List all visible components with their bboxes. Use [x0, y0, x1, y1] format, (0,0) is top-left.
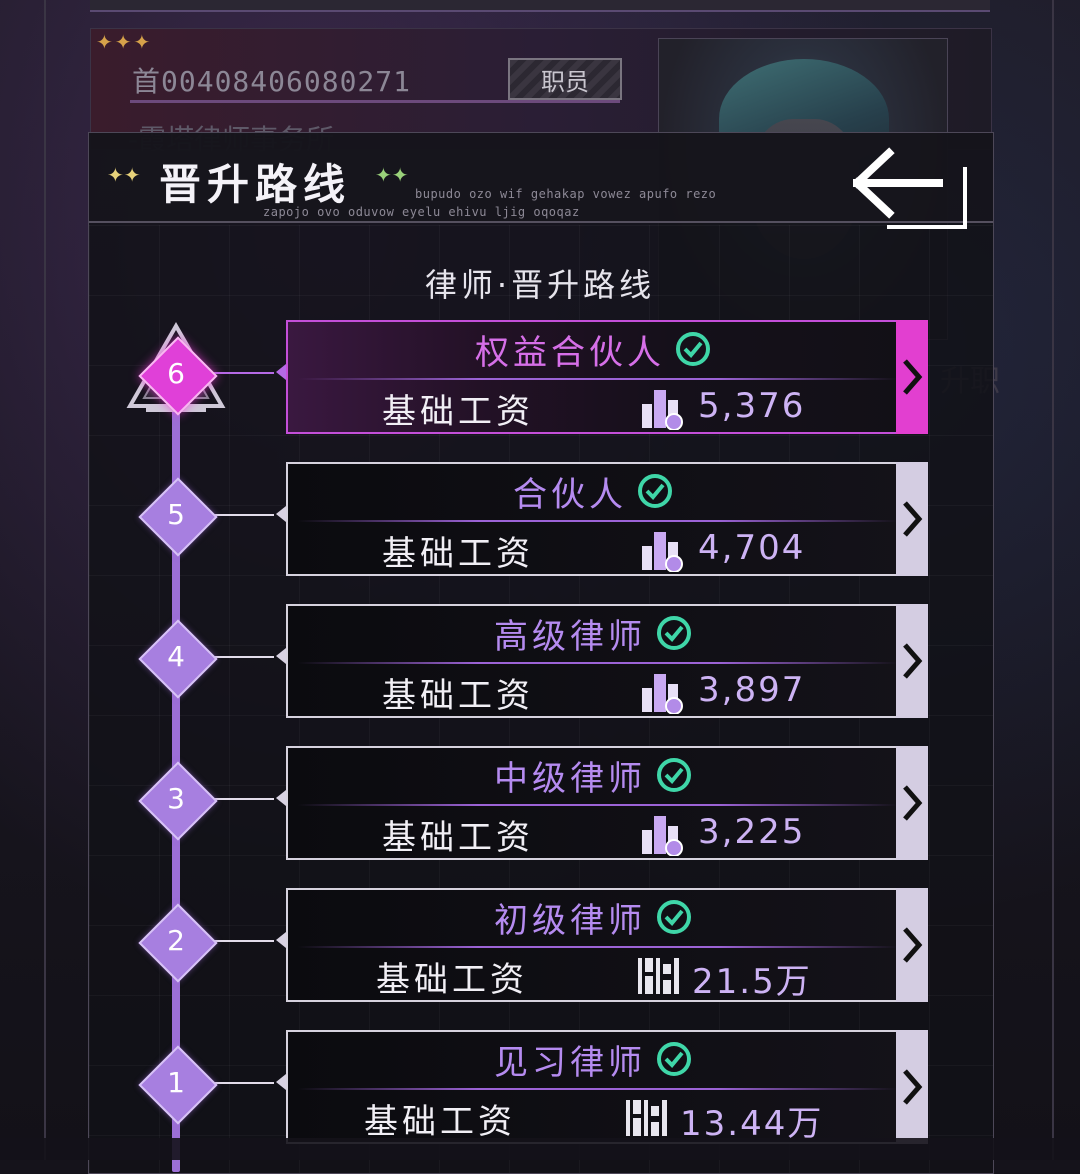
salary-label: 基础工资: [376, 960, 528, 1000]
barcode-icon: [638, 958, 679, 994]
route-title: 律师·晋升路线: [424, 266, 656, 304]
salary-value: 3,897: [698, 670, 806, 710]
check-icon: [657, 758, 691, 792]
rank-card-intermediate-lawyer[interactable]: 中级律师 基础工资 3,225: [286, 746, 928, 860]
check-icon: [657, 1042, 691, 1076]
check-icon: [657, 616, 691, 650]
header-sparkle-right: ✦✦: [375, 163, 409, 187]
card-divider: [298, 1088, 898, 1090]
chevron-right-icon: [903, 359, 923, 395]
chevron-right-icon: [903, 927, 923, 963]
rank-name: 合伙人: [513, 474, 627, 515]
salary-label: 基础工资: [382, 392, 534, 432]
header-sparkle-left: ✦✦: [107, 163, 141, 187]
connector-tip: [276, 506, 286, 522]
card-divider: [298, 378, 898, 380]
profile-id-underline: [130, 100, 620, 103]
salary-value: 21.5万: [692, 962, 812, 1002]
rank-card-junior-lawyer[interactable]: 初级律师 基础工资 21.5万: [286, 888, 928, 1002]
profile-id: 首00408406080271: [132, 65, 412, 98]
rank-name: 初级律师: [494, 900, 646, 941]
rank-name: 高级律师: [494, 616, 646, 657]
check-icon: [676, 332, 710, 366]
salary-value: 3,225: [698, 812, 806, 852]
check-icon: [657, 900, 691, 934]
rank-card-equity-partner[interactable]: 权益合伙人 基础工资 5,376: [286, 320, 928, 434]
barcode-icon: [626, 1100, 667, 1136]
level-number: 2: [167, 924, 185, 957]
rank-name: 见习律师: [494, 1042, 646, 1083]
panel-title: 晋升路线: [159, 160, 352, 209]
coin-stack-icon: [642, 674, 683, 714]
connector-tip: [276, 364, 286, 380]
bottom-fade: [0, 1138, 1080, 1160]
salary-label: 基础工资: [364, 1102, 516, 1142]
chevron-right-icon: [903, 501, 923, 537]
rank-card-trainee-lawyer[interactable]: 见习律师 基础工资 13.44万: [286, 1030, 928, 1144]
chevron-right-icon: [903, 643, 923, 679]
header-subtext: bupudo ozo wif gehakap vowez apufo rezo: [415, 187, 717, 201]
coin-stack-icon: [642, 532, 683, 572]
rank-title-row: 初级律师: [288, 890, 898, 944]
coin-stack-icon: [642, 816, 683, 856]
chevron-right-icon: [903, 785, 923, 821]
card-divider: [298, 662, 898, 664]
rank-card-partner[interactable]: 合伙人 基础工资 4,704: [286, 462, 928, 576]
rank-name: 中级律师: [494, 758, 646, 799]
rank-title-row: 中级律师: [288, 748, 898, 802]
expand-tab[interactable]: [896, 746, 928, 860]
coin-stack-icon: [642, 390, 683, 430]
level-number: 1: [167, 1066, 185, 1099]
expand-tab[interactable]: [896, 320, 928, 434]
expand-tab[interactable]: [896, 462, 928, 576]
back-button[interactable]: [851, 139, 977, 233]
background-rail: [44, 0, 46, 1160]
header-subtext: zapojo ovo oduvow eyelu ehivu ljig oqoqa…: [263, 205, 580, 219]
salary-label: 基础工资: [382, 676, 534, 716]
salary-label: 基础工资: [382, 534, 534, 574]
rank-title-row: 权益合伙人: [288, 322, 898, 376]
rank-title-row: 高级律师: [288, 606, 898, 660]
level-number: 3: [167, 782, 185, 815]
rank-title-row: 合伙人: [288, 464, 898, 518]
level-number: 6: [167, 357, 185, 390]
expand-tab[interactable]: [896, 888, 928, 1002]
card-divider: [298, 520, 898, 522]
connector-tip: [276, 1074, 286, 1090]
back-arrow-icon: [851, 147, 967, 229]
level-number: 5: [167, 498, 185, 531]
card-divider: [298, 946, 898, 948]
card-divider: [298, 804, 898, 806]
rank-title-row: 见习律师: [288, 1032, 898, 1086]
profile-stars: ✦✦✦: [96, 30, 153, 54]
check-icon: [638, 474, 672, 508]
salary-value: 5,376: [698, 386, 806, 426]
expand-tab[interactable]: [896, 604, 928, 718]
expand-tab[interactable]: [896, 1030, 928, 1144]
rank-card-senior-lawyer[interactable]: 高级律师 基础工资 3,897: [286, 604, 928, 718]
connector-tip: [276, 648, 286, 664]
connector-tip: [276, 790, 286, 806]
background-rail: [1052, 0, 1054, 1160]
background-top-bar: [90, 0, 990, 12]
rank-name: 权益合伙人: [475, 332, 665, 373]
role-badge: 职员: [508, 58, 622, 100]
level-number: 4: [167, 640, 185, 673]
salary-label: 基础工资: [382, 818, 534, 858]
connector-tip: [276, 932, 286, 948]
chevron-right-icon: [903, 1069, 923, 1105]
salary-value: 4,704: [698, 528, 806, 568]
panel-header: ✦✦ 晋升路线 ✦✦ bupudo ozo wif gehakap vowez …: [89, 133, 993, 229]
